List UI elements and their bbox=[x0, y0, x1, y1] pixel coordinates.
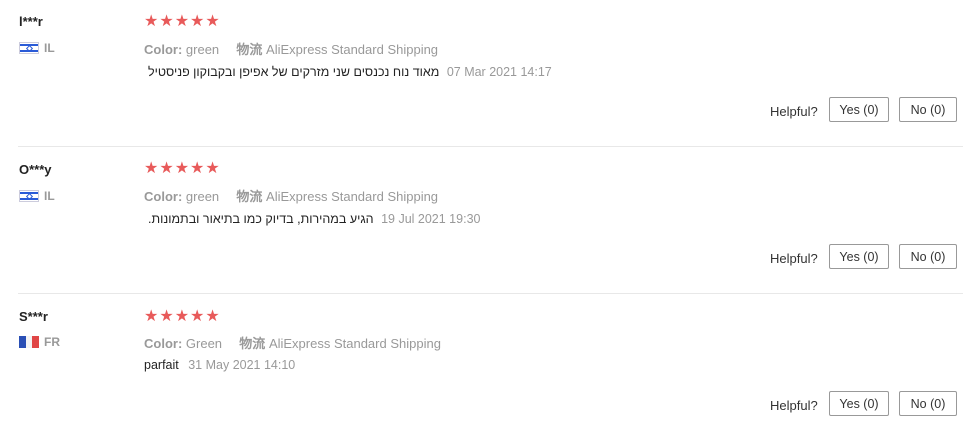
star-icon: ★ bbox=[144, 308, 159, 325]
helpful-label: Helpful? bbox=[770, 251, 818, 266]
helpful-yes-button[interactable]: Yes (0) bbox=[829, 244, 889, 269]
star-icon: ★ bbox=[174, 13, 190, 30]
helpful-no-button[interactable]: No (0) bbox=[899, 97, 957, 122]
israel-flag-icon bbox=[19, 190, 39, 202]
helpful-no-button[interactable]: No (0) bbox=[899, 391, 957, 416]
reviewer-name: S***r bbox=[19, 309, 48, 324]
star-icon: ★ bbox=[159, 308, 174, 325]
reviewer-country: FR bbox=[19, 335, 60, 349]
review-divider bbox=[18, 293, 963, 294]
star-icon: ★ bbox=[205, 308, 220, 325]
star-icon: ★ bbox=[174, 160, 190, 177]
color-value: green bbox=[185, 189, 220, 204]
review-meta: Color: green 物流 AliExpress Standard Ship… bbox=[144, 39, 438, 58]
reviewer-name: l***r bbox=[19, 14, 43, 29]
star-icon: ★ bbox=[205, 13, 220, 30]
review-meta: Color: Green 物流 AliExpress Standard Ship… bbox=[144, 333, 441, 352]
country-code: IL bbox=[44, 189, 55, 203]
reviewer-country: IL bbox=[19, 41, 55, 55]
star-icon: ★ bbox=[190, 160, 205, 177]
star-icon: ★ bbox=[159, 13, 174, 30]
review-text: parfait bbox=[144, 358, 179, 372]
review-meta: Color: green 物流 AliExpress Standard Ship… bbox=[144, 186, 438, 205]
review-text: הגיע במהירות, בדיוק כמו בתיאור ובתמונות. bbox=[148, 212, 374, 226]
review-content: parfait 31 May 2021 14:10 bbox=[144, 358, 295, 372]
color-value: Green bbox=[185, 336, 223, 351]
color-label: Color: bbox=[144, 42, 183, 57]
country-code: FR bbox=[44, 335, 60, 349]
reviewer-country: IL bbox=[19, 189, 55, 203]
shipping-value: AliExpress Standard Shipping bbox=[266, 42, 439, 57]
color-label: Color: bbox=[144, 189, 183, 204]
reviewer-name: O***y bbox=[19, 162, 52, 177]
review-divider bbox=[18, 146, 963, 147]
shipping-label: 物流 bbox=[239, 336, 266, 351]
star-icon: ★ bbox=[190, 13, 205, 30]
review-content: הגיע במהירות, בדיוק כמו בתיאור ובתמונות.… bbox=[148, 212, 480, 226]
country-code: IL bbox=[44, 41, 55, 55]
helpful-label: Helpful? bbox=[770, 398, 818, 413]
helpful-yes-button[interactable]: Yes (0) bbox=[829, 97, 889, 122]
shipping-label: 物流 bbox=[236, 42, 263, 57]
star-icon: ★ bbox=[174, 308, 190, 325]
review-date: 19 Jul 2021 19:30 bbox=[381, 212, 481, 226]
shipping-label: 物流 bbox=[236, 189, 263, 204]
star-icon: ★ bbox=[190, 308, 205, 325]
helpful-no-button[interactable]: No (0) bbox=[899, 244, 957, 269]
color-label: Color: bbox=[144, 336, 183, 351]
shipping-value: AliExpress Standard Shipping bbox=[266, 189, 439, 204]
helpful-yes-button[interactable]: Yes (0) bbox=[829, 391, 889, 416]
helpful-label: Helpful? bbox=[770, 104, 818, 119]
review-text: מאוד נוח נכנסים שני מזרקים של אפיפן ובקב… bbox=[148, 65, 440, 79]
review-date: 31 May 2021 14:10 bbox=[188, 358, 296, 372]
star-rating: ★ ★ ★ ★ ★ bbox=[144, 161, 220, 177]
star-icon: ★ bbox=[144, 160, 159, 177]
star-rating: ★ ★ ★ ★ ★ bbox=[144, 14, 220, 30]
star-rating: ★ ★ ★ ★ ★ bbox=[144, 309, 220, 325]
review-date: 07 Mar 2021 14:17 bbox=[446, 65, 552, 79]
review-content: 07 Mar 2021 14:17 מאוד נוח נכנסים שני מז… bbox=[148, 65, 552, 79]
star-icon: ★ bbox=[144, 13, 159, 30]
star-icon: ★ bbox=[205, 160, 220, 177]
israel-flag-icon bbox=[19, 42, 39, 54]
star-icon: ★ bbox=[159, 160, 174, 177]
shipping-value: AliExpress Standard Shipping bbox=[268, 336, 441, 351]
color-value: green bbox=[185, 42, 220, 57]
france-flag-icon bbox=[19, 336, 40, 348]
